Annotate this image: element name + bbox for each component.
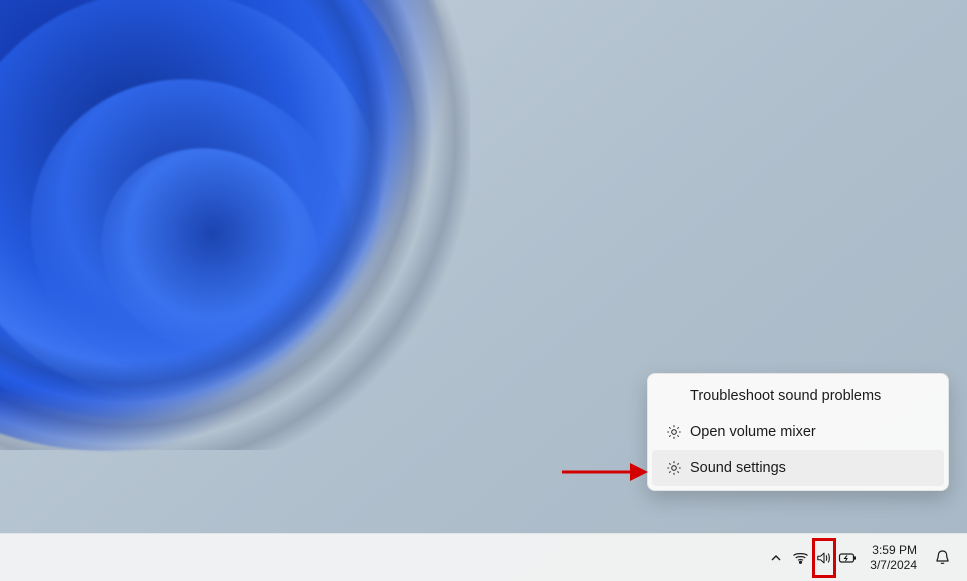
gear-icon xyxy=(666,424,690,440)
menu-item-label: Open volume mixer xyxy=(690,424,934,440)
clock-date: 3/7/2024 xyxy=(870,558,917,573)
taskbar: 3:59 PM 3/7/2024 xyxy=(0,533,967,581)
battery-icon xyxy=(838,551,858,565)
bell-icon xyxy=(934,549,951,566)
desktop: Troubleshoot sound problems Open volume … xyxy=(0,0,967,581)
volume-tray-icon[interactable] xyxy=(812,538,836,578)
wifi-tray-icon[interactable] xyxy=(790,538,810,578)
taskbar-clock[interactable]: 3:59 PM 3/7/2024 xyxy=(860,538,925,578)
chevron-up-icon xyxy=(770,552,782,564)
wifi-icon xyxy=(792,549,809,566)
menu-item-troubleshoot[interactable]: Troubleshoot sound problems xyxy=(652,378,944,414)
bloom-graphic xyxy=(0,0,600,533)
menu-item-sound-settings[interactable]: Sound settings xyxy=(652,450,944,486)
menu-item-volume-mixer[interactable]: Open volume mixer xyxy=(652,414,944,450)
menu-item-label: Troubleshoot sound problems xyxy=(690,388,934,404)
sound-context-menu: Troubleshoot sound problems Open volume … xyxy=(647,373,949,491)
system-tray: 3:59 PM 3/7/2024 xyxy=(764,538,957,578)
menu-item-label: Sound settings xyxy=(690,460,934,476)
tray-overflow-chevron[interactable] xyxy=(764,538,788,578)
battery-tray-icon[interactable] xyxy=(838,538,858,578)
notifications-button[interactable] xyxy=(927,538,957,578)
clock-time: 3:59 PM xyxy=(872,543,917,558)
gear-icon xyxy=(666,460,690,476)
speaker-icon xyxy=(816,549,832,567)
